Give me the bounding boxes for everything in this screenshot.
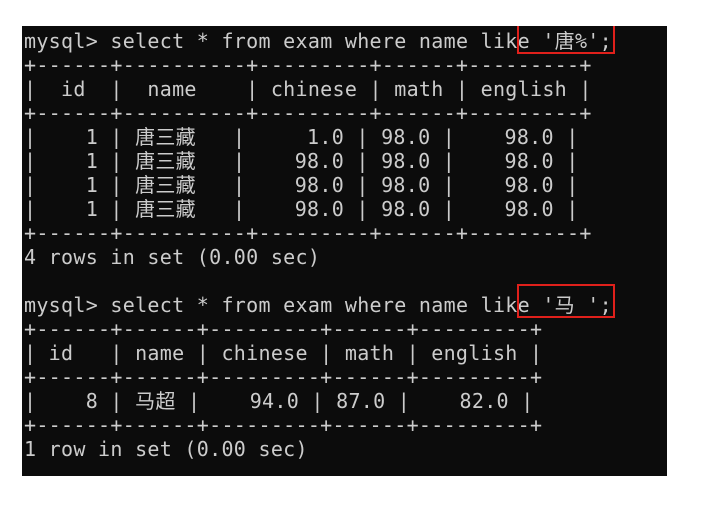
table-row: | 1 | 唐三藏 | 98.0 | 98.0 | 98.0 |	[24, 197, 579, 221]
table-header: | id | name | chinese | math | english |	[24, 341, 543, 365]
table-row: | 1 | 唐三藏 | 1.0 | 98.0 | 98.0 |	[24, 125, 579, 149]
table-border: +------+------+---------+------+--------…	[24, 413, 543, 437]
table-header: | id | name | chinese | math | english |	[24, 77, 592, 101]
table-row: | 8 | 马超 | 94.0 | 87.0 | 82.0 |	[24, 389, 534, 413]
table-border: +------+----------+---------+------+----…	[24, 221, 592, 245]
result-summary: 1 row in set (0.00 sec)	[24, 437, 308, 461]
table-row: | 1 | 唐三藏 | 98.0 | 98.0 | 98.0 |	[24, 149, 579, 173]
table-border: +------+------+---------+------+--------…	[24, 365, 543, 389]
mysql-prompt: mysql>	[24, 29, 111, 53]
mysql-prompt: mysql>	[24, 293, 111, 317]
terminal-window[interactable]: mysql> select * from exam where name lik…	[22, 26, 667, 476]
table-border: +------+------+---------+------+--------…	[24, 317, 543, 341]
table-row: | 1 | 唐三藏 | 98.0 | 98.0 | 98.0 |	[24, 173, 579, 197]
pattern-highlight-box-1	[517, 26, 615, 54]
pattern-highlight-box-2	[517, 284, 615, 318]
result-summary: 4 rows in set (0.00 sec)	[24, 245, 321, 269]
table-border: +------+----------+---------+------+----…	[24, 101, 592, 125]
table-border: +------+----------+---------+------+----…	[24, 53, 592, 77]
